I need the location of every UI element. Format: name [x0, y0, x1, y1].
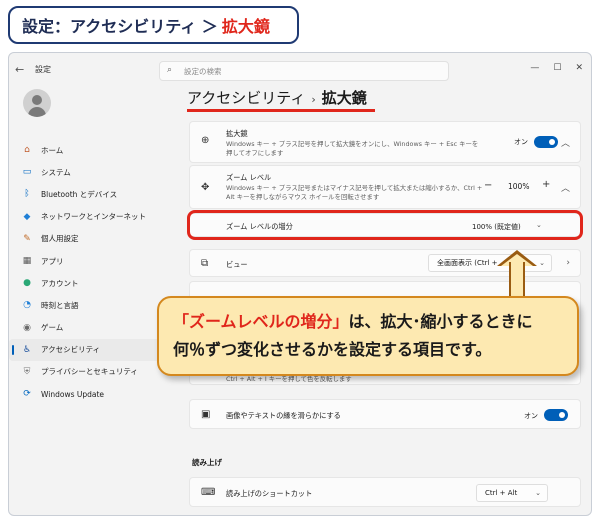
sidebar-item[interactable]: ◆ ネットワークとインターネット	[9, 206, 169, 228]
sidebar-item[interactable]: ◉ ゲーム	[9, 317, 169, 339]
view-dropdown-value: 全画面表示 (Ctrl +	[437, 259, 498, 267]
search-icon: ⌕	[167, 65, 173, 75]
sidebar-item[interactable]: ♿ アクセシビリティ	[9, 338, 169, 361]
magnifier-toggle[interactable]	[534, 136, 558, 148]
smooth-edges-toggle[interactable]	[544, 409, 568, 421]
home-icon: ⌂	[24, 145, 30, 156]
chevron-right-icon[interactable]: ›	[566, 258, 570, 268]
sidebar-item[interactable]: ⟳ Windows Update	[9, 383, 169, 405]
zoom-level-value: 100%	[508, 182, 530, 191]
article-header-highlight: 拡大鏡	[221, 17, 270, 36]
sidebar-item[interactable]: ⛨ プライバシーとセキュリティ	[9, 361, 169, 383]
bluetooth-icon: ᛒ	[24, 189, 30, 200]
sidebar-item[interactable]: ᛒ Bluetooth とデバイス	[9, 183, 169, 205]
account-icon: ●	[23, 278, 31, 289]
breadcrumb-separator: ›	[311, 93, 316, 106]
reading-shortcut-label: 読み上げのショートカット	[226, 489, 313, 498]
sidebar-item[interactable]: ▦ アプリ	[9, 250, 169, 272]
avatar[interactable]	[23, 89, 51, 117]
zoom-level-desc: Windows キー + プラス記号またはマイナス記号を押して拡大または縮小する…	[226, 184, 483, 201]
reading-shortcut-row: ⌨ 読み上げのショートカット Ctrl + Alt ⌄	[189, 477, 581, 507]
callout-arrow-shaft	[509, 262, 525, 298]
window-controls: — ☐ ✕	[530, 63, 583, 73]
magnifier-title: 拡大鏡	[226, 129, 248, 138]
sidebar-item-label: ネットワークとインターネット	[41, 212, 146, 222]
sidebar-item-label: 時刻と言語	[41, 300, 79, 310]
smooth-edges-label: 画像やテキストの縁を滑らかにする	[226, 411, 341, 420]
sidebar-item-label: Bluetooth とデバイス	[41, 189, 118, 199]
callout-quote: 「ズームレベルの増分」	[173, 312, 349, 331]
smooth-edges-row: ▣ 画像やテキストの縁を滑らかにする オン	[189, 399, 581, 429]
article-header: 設定：アクセシビリティ ＞ 拡大鏡	[8, 6, 299, 44]
zoom-level-title: ズーム レベル	[226, 173, 272, 182]
maximize-button[interactable]: ☐	[553, 63, 561, 73]
view-icon: ⧉	[201, 258, 209, 269]
shield-icon: ⛨	[23, 366, 31, 377]
sidebar-item[interactable]: ⌂ ホーム	[9, 139, 169, 161]
reading-section-title: 読み上げ	[192, 458, 222, 467]
magnifier-desc: Windows キー + プラス記号を押して拡大鏡をオンにし、Windows キ…	[226, 140, 479, 157]
sidebar-item[interactable]: ◔ 時刻と言語	[9, 294, 169, 316]
sidebar-item-label: 個人用設定	[41, 234, 79, 244]
keyboard-icon: ⌨	[201, 487, 216, 498]
reading-shortcut-value: Ctrl + Alt	[485, 489, 518, 497]
update-icon: ⟳	[23, 389, 31, 400]
back-arrow-icon[interactable]: ←	[15, 63, 24, 76]
chevron-up-icon[interactable]: ︿	[561, 136, 570, 149]
sidebar-item-label: アクセシビリティ	[41, 345, 101, 355]
article-header-prefix: 設定：アクセシビリティ ＞	[22, 17, 218, 36]
network-icon: ◆	[23, 211, 31, 222]
time-language-icon: ◔	[23, 300, 31, 311]
zoom-move-icon: ✥	[201, 182, 210, 193]
image-icon: ▣	[201, 409, 211, 420]
magnifier-toggle-label: オン	[514, 138, 528, 146]
view-label: ビュー	[226, 260, 248, 269]
brush-icon: ✎	[23, 233, 31, 244]
reading-shortcut-dropdown[interactable]: Ctrl + Alt ⌄	[476, 484, 548, 502]
sidebar-item[interactable]: ▭ システム	[9, 161, 169, 183]
window-title: 設定	[35, 65, 51, 74]
zoom-level-card: ✥ ズーム レベル Windows キー + プラス記号またはマイナス記号を押し…	[189, 165, 581, 209]
chevron-up-icon[interactable]: ︿	[561, 181, 570, 194]
breadcrumb-parent[interactable]: アクセシビリティ	[187, 89, 305, 107]
color-invert-desc: Ctrl + Alt + I キーを押して色を反転します	[226, 375, 352, 383]
callout-line-2: 何％ずつ変化させるかを設定する項目です。	[173, 340, 492, 359]
callout-box: 「ズームレベルの増分」は、拡大･縮小するときに 何％ずつ変化させるかを設定する項…	[157, 296, 579, 376]
sidebar-item-label: アカウント	[41, 278, 79, 288]
sidebar-item-label: システム	[41, 167, 71, 177]
accessibility-icon: ♿	[22, 344, 32, 355]
game-icon: ◉	[23, 322, 31, 333]
callout-line-1: 「ズームレベルの増分」は、拡大･縮小するときに	[173, 308, 577, 336]
minimize-button[interactable]: —	[530, 63, 539, 73]
zoom-out-button[interactable]: −	[484, 180, 492, 191]
breadcrumb: アクセシビリティ › 拡大鏡	[187, 87, 367, 108]
sidebar-item-label: Windows Update	[41, 389, 105, 399]
search-input[interactable]: ⌕ 設定の検索	[159, 61, 449, 81]
apps-icon: ▦	[22, 256, 32, 267]
sidebar-item-label: アプリ	[41, 256, 64, 266]
sidebar-item-label: プライバシーとセキュリティ	[41, 367, 138, 377]
sidebar-item[interactable]: ● アカウント	[9, 272, 169, 294]
chevron-down-icon: ⌄	[535, 489, 541, 497]
settings-window: ← 設定 ⌕ 設定の検索 — ☐ ✕ ⌂ ホーム ▭ システム ᛒ Bluetooth と…	[8, 52, 592, 516]
close-button[interactable]: ✕	[575, 63, 583, 73]
zoom-in-button[interactable]: +	[542, 179, 550, 190]
sidebar-nav: ⌂ ホーム ▭ システム ᛒ Bluetooth とデバイス ◆ ネットワークとインターネット…	[9, 139, 169, 405]
magnifier-card[interactable]: ⊕ 拡大鏡 Windows キー + プラス記号を押して拡大鏡をオンにし、Win…	[189, 121, 581, 163]
search-placeholder: 設定の検索	[184, 66, 222, 76]
magnifier-icon: ⊕	[201, 135, 210, 146]
sidebar-item-label: ゲーム	[41, 323, 64, 333]
smooth-edges-toggle-label: オン	[524, 412, 538, 420]
title-bar: ← 設定 ⌕ 設定の検索 — ☐ ✕	[9, 53, 591, 87]
chevron-down-icon: ⌄	[539, 259, 545, 267]
sidebar-item[interactable]: ✎ 個人用設定	[9, 228, 169, 250]
title-underline	[187, 109, 375, 112]
system-icon: ▭	[22, 167, 32, 178]
page-title: 拡大鏡	[321, 89, 367, 107]
callout-line-1-rest: は、拡大･縮小するときに	[348, 312, 533, 331]
sidebar-item-label: ホーム	[41, 145, 64, 155]
highlight-box	[187, 210, 583, 240]
